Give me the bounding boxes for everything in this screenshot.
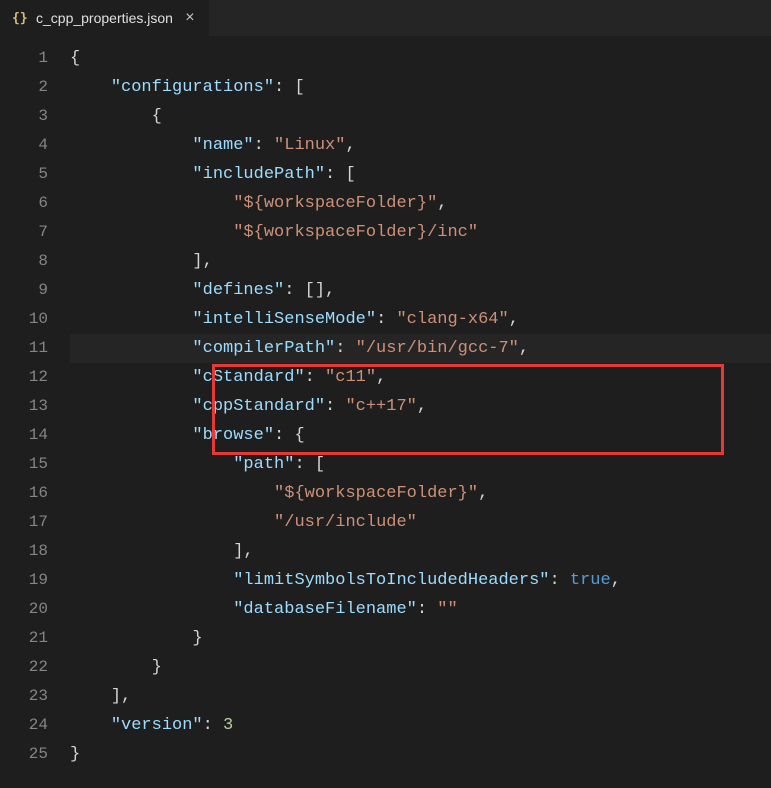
line-number: 2 xyxy=(0,73,70,102)
line-number: 10 xyxy=(0,305,70,334)
code-line: "${workspaceFolder}", xyxy=(70,189,771,218)
code-line: "cStandard": "c11", xyxy=(70,363,771,392)
line-number: 11 xyxy=(0,334,70,363)
line-number: 1 xyxy=(0,44,70,73)
line-number: 25 xyxy=(0,740,70,769)
code-line: ], xyxy=(70,247,771,276)
editor: 1 2 3 4 5 6 7 8 9 10 11 12 13 14 15 16 1… xyxy=(0,36,771,788)
code-line: "/usr/include" xyxy=(70,508,771,537)
code-line: "cppStandard": "c++17", xyxy=(70,392,771,421)
tab-bar: {} c_cpp_properties.json × xyxy=(0,0,771,36)
line-number: 19 xyxy=(0,566,70,595)
code-line: "defines": [], xyxy=(70,276,771,305)
line-number: 5 xyxy=(0,160,70,189)
line-number: 8 xyxy=(0,247,70,276)
line-number: 21 xyxy=(0,624,70,653)
line-number: 4 xyxy=(0,131,70,160)
svg-text:{}: {} xyxy=(12,11,28,26)
code-line: "browse": { xyxy=(70,421,771,450)
code-line: "name": "Linux", xyxy=(70,131,771,160)
code-line: ], xyxy=(70,537,771,566)
code-line: } xyxy=(70,740,771,769)
code-area[interactable]: { "configurations": [ { "name": "Linux",… xyxy=(70,36,771,788)
code-line: } xyxy=(70,653,771,682)
code-line: "intelliSenseMode": "clang-x64", xyxy=(70,305,771,334)
line-number: 24 xyxy=(0,711,70,740)
code-line: "${workspaceFolder}/inc" xyxy=(70,218,771,247)
code-line: "configurations": [ xyxy=(70,73,771,102)
line-number: 12 xyxy=(0,363,70,392)
close-icon[interactable]: × xyxy=(181,10,199,26)
line-number: 18 xyxy=(0,537,70,566)
line-number: 6 xyxy=(0,189,70,218)
code-line: "compilerPath": "/usr/bin/gcc-7", xyxy=(70,334,771,363)
code-line: "includePath": [ xyxy=(70,160,771,189)
line-number: 16 xyxy=(0,479,70,508)
line-number: 3 xyxy=(0,102,70,131)
line-number: 15 xyxy=(0,450,70,479)
code-line: } xyxy=(70,624,771,653)
tab-label: c_cpp_properties.json xyxy=(36,10,173,26)
tab-c-cpp-properties[interactable]: {} c_cpp_properties.json × xyxy=(0,0,210,36)
code-line: "path": [ xyxy=(70,450,771,479)
code-line: "${workspaceFolder}", xyxy=(70,479,771,508)
line-number: 9 xyxy=(0,276,70,305)
code-line: "databaseFilename": "" xyxy=(70,595,771,624)
line-number: 23 xyxy=(0,682,70,711)
line-number: 14 xyxy=(0,421,70,450)
line-number-gutter: 1 2 3 4 5 6 7 8 9 10 11 12 13 14 15 16 1… xyxy=(0,36,70,788)
line-number: 20 xyxy=(0,595,70,624)
code-line: ], xyxy=(70,682,771,711)
line-number: 22 xyxy=(0,653,70,682)
code-line: "limitSymbolsToIncludedHeaders": true, xyxy=(70,566,771,595)
code-line: { xyxy=(70,44,771,73)
line-number: 13 xyxy=(0,392,70,421)
code-line: { xyxy=(70,102,771,131)
json-file-icon: {} xyxy=(12,10,28,26)
code-line: "version": 3 xyxy=(70,711,771,740)
line-number: 7 xyxy=(0,218,70,247)
line-number: 17 xyxy=(0,508,70,537)
